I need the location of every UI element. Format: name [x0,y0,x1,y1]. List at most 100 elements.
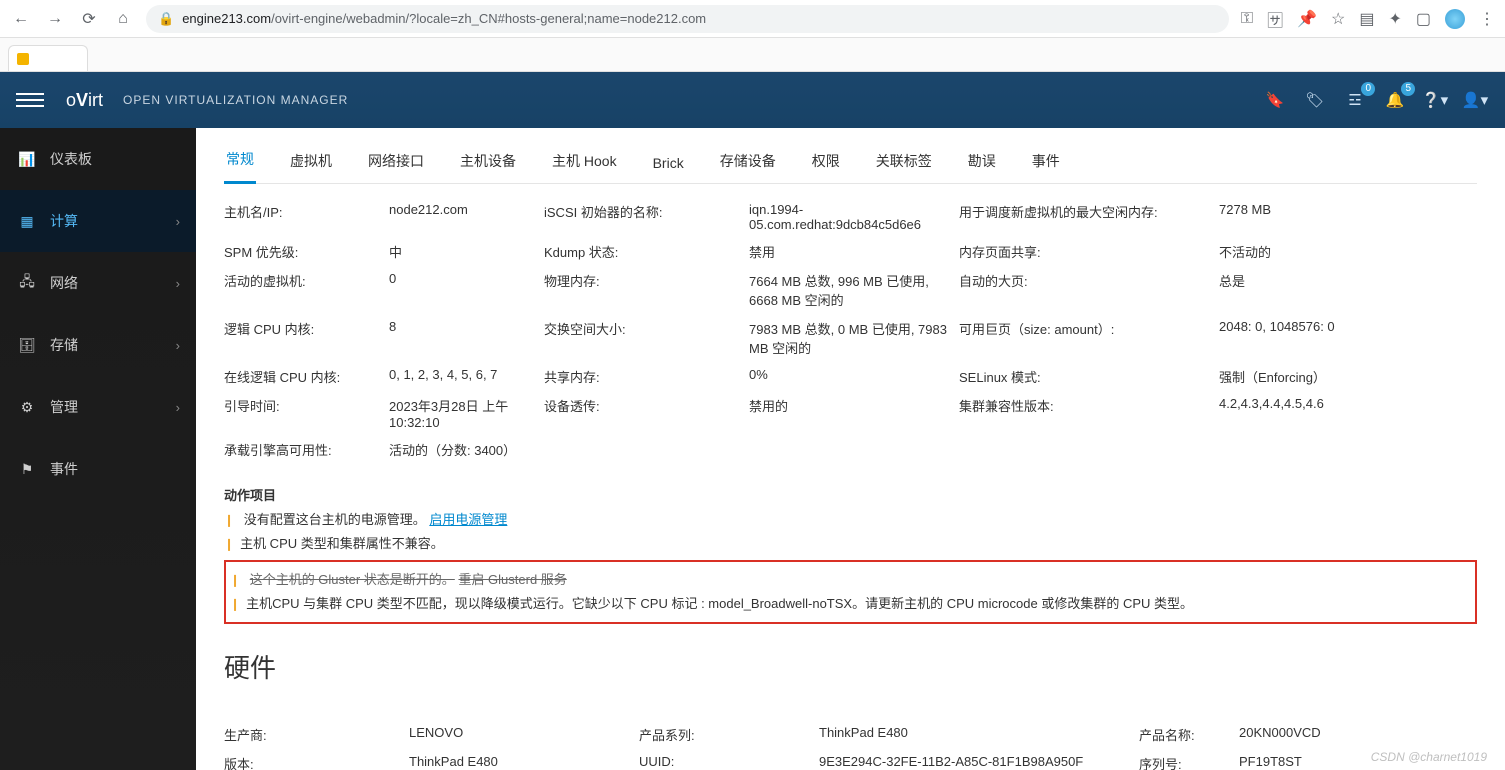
detail-value: 0% [749,367,959,386]
sidebar-item-network[interactable]: 🖧网络› [0,252,196,314]
detail-label [959,440,1219,459]
detail-value: iqn.1994-05.com.redhat:9dcb84c5d6e6 [749,202,959,232]
detail-value: 2048: 0, 1048576: 0 [1219,319,1479,357]
lock-icon: 🔒 [158,11,174,27]
kebab-icon[interactable]: ⋮ [1479,9,1495,29]
hardware-title: 硬件 [224,648,1477,685]
tab-2[interactable]: 网络接口 [366,151,426,183]
window-icon[interactable]: ▢ [1416,9,1431,29]
hw-label: 产品名称: [1139,725,1239,744]
profile-icon[interactable] [1445,9,1465,29]
tab-1[interactable]: 虚拟机 [288,151,334,183]
storage-icon: 🗄 [18,337,36,354]
hw-label: 版本: [224,754,409,770]
sidebar-item-label: 事件 [50,459,78,479]
detail-label: 用于调度新虚拟机的最大空闲内存: [959,202,1219,232]
bell-icon[interactable]: 🔔5 [1381,86,1409,114]
tab-9[interactable]: 勘误 [966,151,998,183]
detail-label: 主机名/IP: [224,202,389,232]
detail-label: SPM 优先级: [224,242,389,261]
detail-label [544,440,749,459]
hw-value: LENOVO [409,725,639,744]
detail-value: 不活动的 [1219,242,1479,261]
detail-label: SELinux 模式: [959,367,1219,386]
highlighted-alert-box: 这个主机的 Gluster 状态是断开的。 重启 Glusterd 服务 主机C… [224,560,1477,624]
tasks-icon[interactable]: ☲0 [1341,86,1369,114]
address-bar[interactable]: 🔒 engine213.com/ovirt-engine/webadmin/?l… [146,5,1229,33]
tab-8[interactable]: 关联标签 [874,151,934,183]
actions-title: 动作项目 [224,467,1477,508]
action-items: 没有配置这台主机的电源管理。 启用电源管理 主机 CPU 类型和集群属性不兼容。… [224,508,1477,624]
restart-glusterd-link[interactable]: 重启 Glusterd 服务 [458,572,566,587]
detail-label: 可用巨页（size: amount）: [959,319,1219,357]
sidebar-item-admin[interactable]: ⚙ 管理 › [0,376,196,438]
browser-tab[interactable] [8,45,88,71]
tab-4[interactable]: 主机 Hook [550,151,619,183]
hw-label: 产品系列: [639,725,819,744]
action-cpu-mismatch: 主机CPU 与集群 CPU 类型不匹配，现以降级模式运行。它缺少以下 CPU 标… [230,592,1467,616]
detail-label: 承载引擎高可用性: [224,440,389,459]
sidebar-item-compute[interactable]: ▦计算› [0,190,196,252]
sidebar-item-label: 计算 [50,211,78,231]
detail-label: 设备透传: [544,396,749,430]
detail-label: 内存页面共享: [959,242,1219,261]
tab-5[interactable]: Brick [651,155,686,183]
watermark: CSDN @charnet1019 [1371,750,1487,764]
pin-icon[interactable]: 📌 [1297,9,1317,29]
hw-label: UUID: [639,754,819,770]
forward-icon[interactable]: → [44,8,66,30]
favicon-icon [17,53,29,65]
home-icon[interactable]: ⌂ [112,8,134,30]
detail-value: node212.com [389,202,544,232]
detail-value: 0, 1, 2, 3, 4, 5, 6, 7 [389,367,544,386]
detail-label: 活动的虚拟机: [224,271,389,309]
sidebar-item-dashboard[interactable]: 📊仪表板 [0,128,196,190]
reload-icon[interactable]: ⟳ [78,8,100,30]
detail-value: 7664 MB 总数, 996 MB 已使用, 6668 MB 空闲的 [749,271,959,309]
star-icon[interactable]: ☆ [1331,9,1345,29]
tab-10[interactable]: 事件 [1030,151,1062,183]
action-gluster: 这个主机的 Gluster 状态是断开的。 重启 Glusterd 服务 [230,568,1467,592]
sidebar-item-label: 存储 [50,335,78,355]
bookmark-icon[interactable]: 🔖 [1261,86,1289,114]
detail-value: 强制（Enforcing） [1219,367,1479,386]
sidebar-item-label: 管理 [50,397,78,417]
tags-icon[interactable]: 🏷 [1301,86,1329,114]
back-icon[interactable]: ← [10,8,32,30]
detail-value: 0 [389,271,544,309]
detail-value [1219,440,1479,459]
network-icon: 🖧 [18,271,36,295]
user-menu-icon[interactable]: 👤▾ [1461,86,1489,114]
detail-value: 禁用 [749,242,959,261]
enable-power-mgmt-link[interactable]: 启用电源管理 [429,512,507,527]
hw-value: 20KN000VCD [1239,725,1505,744]
sidebar-item-storage[interactable]: 🗄存储› [0,314,196,376]
hw-value: ThinkPad E480 [819,725,1139,744]
tab-0[interactable]: 常规 [224,149,256,184]
detail-value: 8 [389,319,544,357]
detail-label: 自动的大页: [959,271,1219,309]
chevron-right-icon: › [176,400,180,415]
detail-label: 在线逻辑 CPU 内核: [224,367,389,386]
extensions-icon[interactable]: ✦ [1388,9,1401,29]
sidebar: 📊仪表板 ▦计算› 🖧网络› 🗄存储› ⚙管理› ⚑事件 [0,128,196,770]
help-icon[interactable]: ❔▾ [1421,86,1449,114]
hardware-grid: 生产商:LENOVO产品系列:ThinkPad E480产品名称:20KN000… [224,725,1477,770]
url-text: engine213.com/ovirt-engine/webadmin/?loc… [182,11,706,26]
tab-7[interactable]: 权限 [810,151,842,183]
translate-icon[interactable]: 🈂 [1267,7,1283,31]
tab-6[interactable]: 存储设备 [718,151,778,183]
detail-value: 7983 MB 总数, 0 MB 已使用, 7983 MB 空闲的 [749,319,959,357]
sidebar-item-events[interactable]: ⚑事件 [0,438,196,500]
hamburger-icon[interactable] [16,86,44,114]
reader-icon[interactable]: ▤ [1359,9,1374,29]
compute-icon: ▦ [18,213,36,230]
action-power-mgmt: 没有配置这台主机的电源管理。 启用电源管理 [224,508,1477,532]
tab-3[interactable]: 主机设备 [458,151,518,183]
detail-value [749,440,959,459]
key-icon[interactable]: ⚿ [1241,10,1253,28]
app-subtitle: OPEN VIRTUALIZATION MANAGER [123,93,348,107]
detail-value: 禁用的 [749,396,959,430]
gear-icon: ⚙ [18,399,36,416]
detail-label: iSCSI 初始器的名称: [544,202,749,232]
